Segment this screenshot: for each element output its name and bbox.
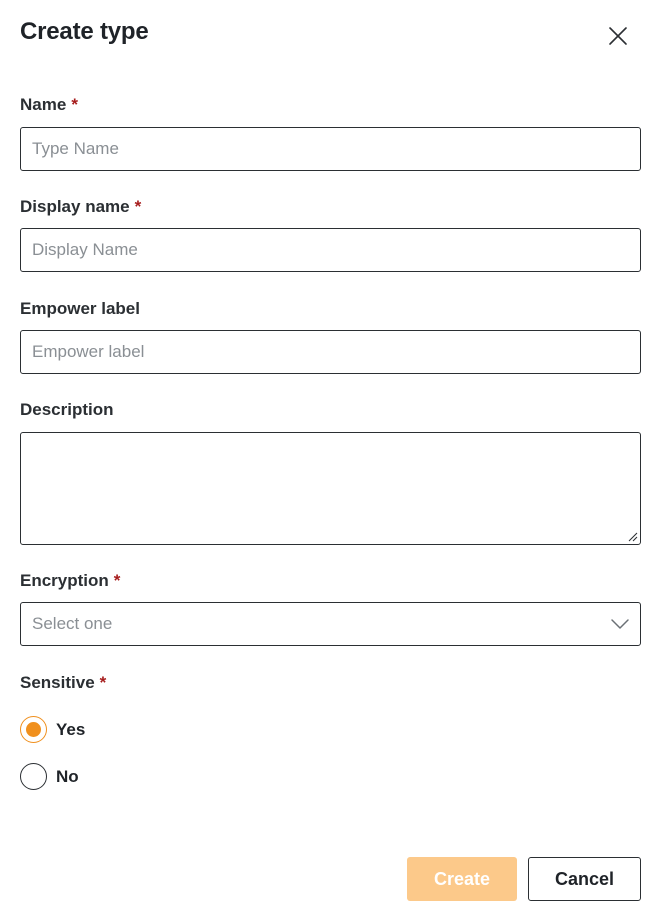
name-input[interactable] [20, 127, 641, 171]
name-label-text: Name [20, 95, 67, 114]
radio-unchecked-icon[interactable] [20, 763, 47, 790]
empower-label-input[interactable] [20, 330, 641, 374]
required-marker: * [71, 95, 78, 114]
display-name-label-text: Display name [20, 197, 130, 216]
radio-label: No [56, 766, 79, 786]
close-button[interactable] [604, 22, 632, 50]
required-marker: * [113, 571, 121, 590]
empower-label-label-text: Empower label [20, 299, 140, 318]
create-button[interactable]: Create [407, 857, 517, 901]
required-marker: * [134, 197, 142, 216]
encryption-label: Encryption * [20, 571, 120, 591]
description-label: Description [20, 400, 114, 420]
radio-dot [26, 722, 41, 737]
sensitive-option-yes[interactable]: Yes [20, 716, 85, 743]
chevron-down-icon [611, 619, 629, 629]
close-icon [609, 27, 627, 45]
sensitive-label: Sensitive * [20, 673, 106, 693]
encryption-label-text: Encryption [20, 571, 109, 590]
dialog-title: Create type [20, 18, 149, 45]
create-type-dialog: Create type Name* Display name* Empower … [0, 0, 658, 919]
display-name-label: Display name * [20, 197, 141, 217]
encryption-select[interactable]: Select one [20, 602, 641, 646]
resize-grip-icon[interactable] [627, 531, 638, 542]
encryption-selected-value: Select one [32, 614, 113, 633]
description-label-text: Description [20, 400, 114, 419]
description-textarea[interactable] [20, 432, 641, 545]
radio-label: Yes [56, 719, 86, 739]
sensitive-option-no[interactable]: No [20, 763, 79, 790]
empower-label-label: Empower label [20, 299, 140, 319]
radio-checked-icon[interactable] [20, 716, 47, 743]
name-label: Name * [20, 95, 78, 115]
display-name-input[interactable] [20, 228, 641, 272]
required-marker: * [99, 673, 107, 692]
sensitive-label-text: Sensitive [20, 673, 95, 692]
cancel-button[interactable]: Cancel [528, 857, 641, 901]
